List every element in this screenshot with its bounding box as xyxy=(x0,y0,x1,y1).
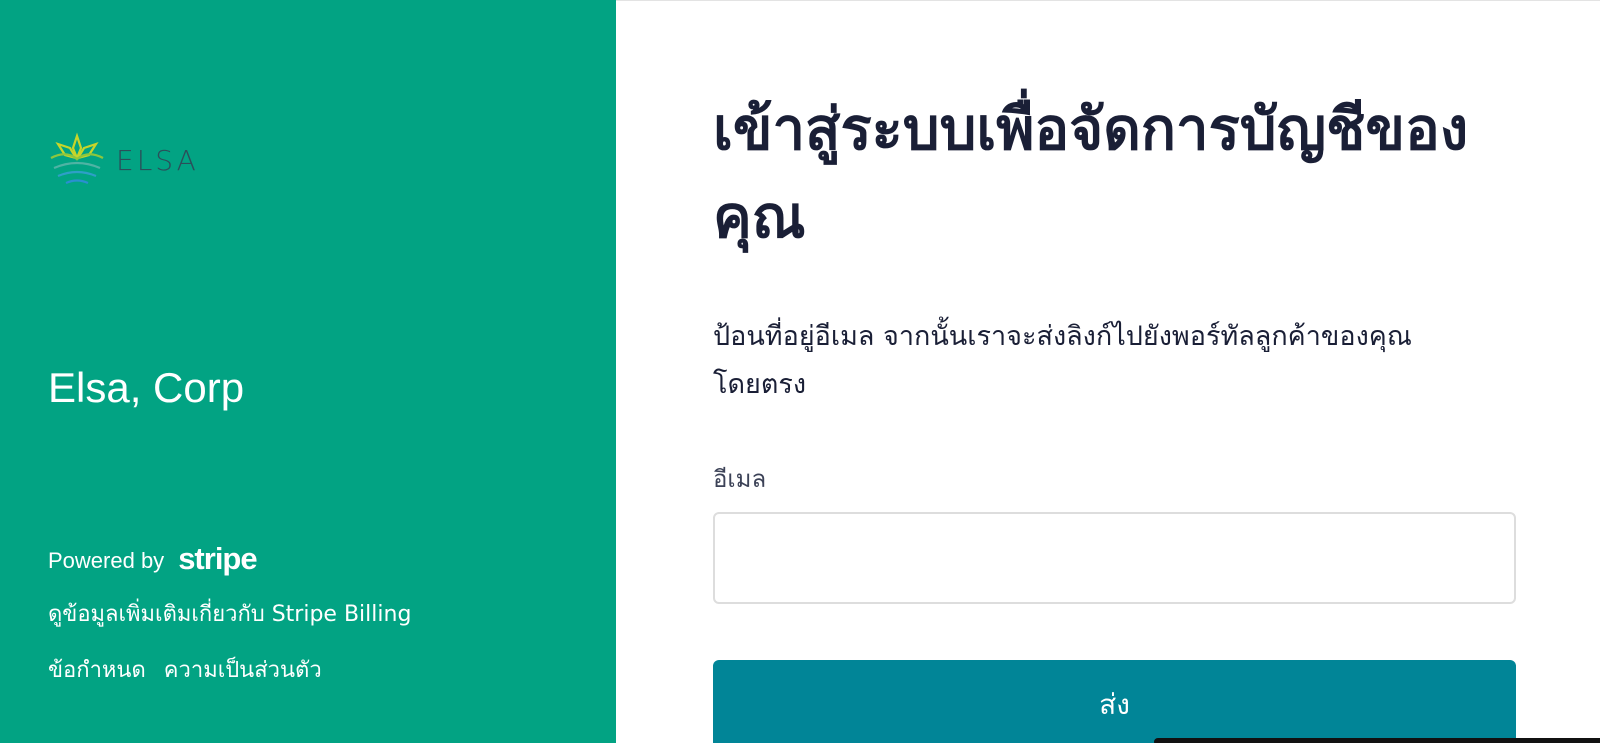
brand-panel: ELSA Elsa, Corp Powered by stripe ดูข้อม… xyxy=(0,0,616,743)
billing-portal-login-page: ELSA Elsa, Corp Powered by stripe ดูข้อม… xyxy=(0,0,1600,743)
privacy-link[interactable]: ความเป็นส่วนตัว xyxy=(164,652,322,687)
submit-button[interactable]: ส่ง xyxy=(713,660,1516,743)
logo-wordmark: ELSA xyxy=(116,143,199,177)
email-field[interactable] xyxy=(713,512,1516,604)
powered-by-label: Powered by xyxy=(48,548,165,573)
powered-by-stripe: Powered by stripe xyxy=(48,541,258,577)
company-name: Elsa, Corp xyxy=(48,364,245,411)
home-indicator xyxy=(1154,738,1600,743)
page-title: เข้าสู่ระบบเพื่อจัดการบัญชีของคุณ xyxy=(713,95,1469,251)
terms-link[interactable]: ข้อกำหนด xyxy=(48,652,146,687)
form-description: ป้อนที่อยู่อีเมล จากนั้นเราจะส่งลิงก์ไปย… xyxy=(713,321,1412,400)
footer-links: ข้อกำหนด ความเป็นส่วนตัว xyxy=(48,652,322,687)
login-form-panel: เข้าสู่ระบบเพื่อจัดการบัญชีของคุณ ป้อนที… xyxy=(616,0,1600,743)
email-label: อีเมล xyxy=(713,465,767,493)
learn-more-link[interactable]: ดูข้อมูลเพิ่มเติมเกี่ยวกับ Stripe Billin… xyxy=(48,596,411,631)
elsa-logo: ELSA xyxy=(48,128,199,190)
elsa-logo-icon xyxy=(50,132,104,185)
login-form: เข้าสู่ระบบเพื่อจัดการบัญชีของคุณ ป้อนที… xyxy=(713,85,1516,743)
stripe-logo[interactable]: stripe xyxy=(178,541,257,577)
